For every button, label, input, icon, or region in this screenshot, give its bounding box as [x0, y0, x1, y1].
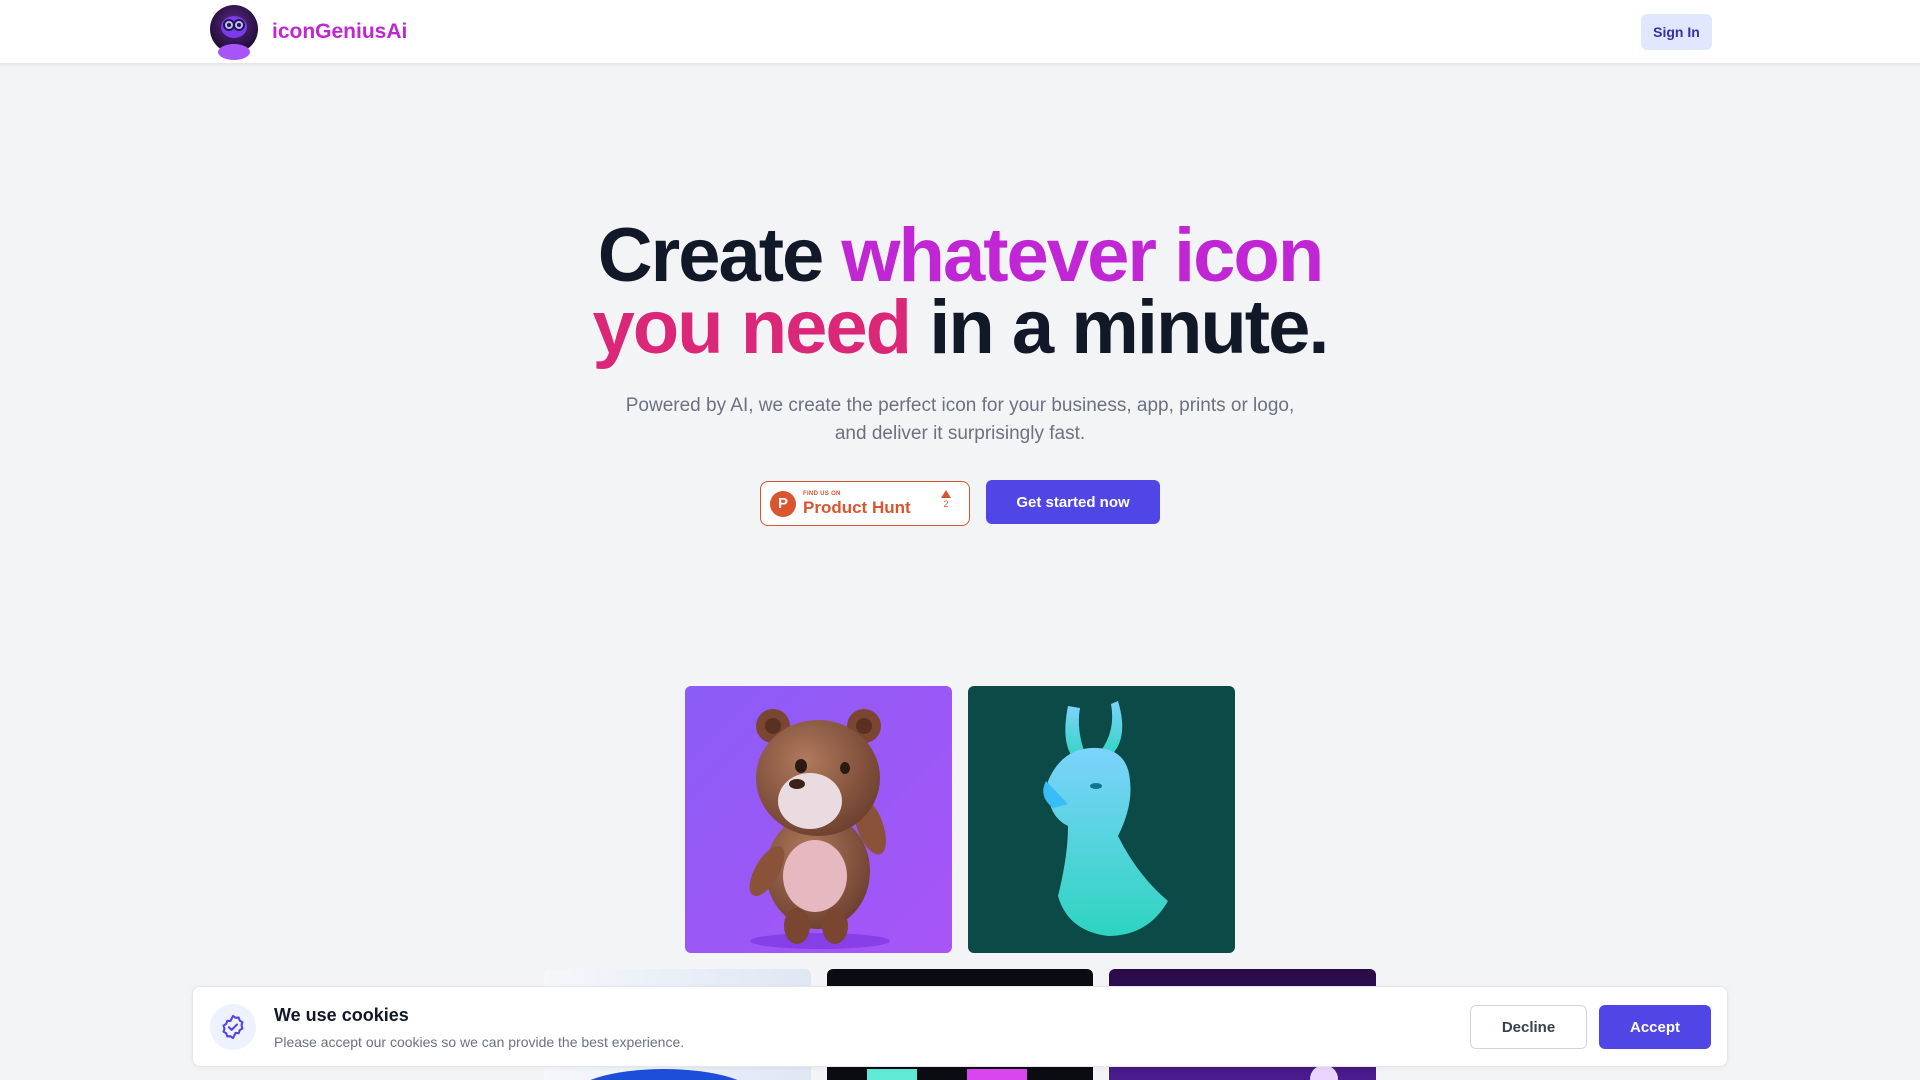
teddy-bear-icon	[685, 686, 952, 953]
producthunt-label: Product Hunt	[803, 498, 911, 517]
producthunt-vote-count: 2	[943, 499, 949, 509]
cookie-banner: We use cookies Please accept our cookies…	[192, 986, 1728, 1067]
cookie-description: Please accept our cookies so we can prov…	[274, 1034, 685, 1050]
sign-in-button[interactable]: Sign In	[1641, 14, 1712, 50]
brand-logo-link[interactable]: iconGeniusAi	[209, 4, 407, 60]
get-started-button[interactable]: Get started now	[986, 480, 1160, 524]
brand-name: iconGeniusAi	[272, 20, 408, 43]
hero-title-highlight2: you need	[592, 285, 912, 370]
hero-title-part4: in a minute.	[910, 285, 1329, 370]
upvote-triangle-icon	[941, 490, 951, 498]
top-navbar: iconGeniusAi Sign In	[0, 0, 1920, 64]
mascot-logo-icon	[209, 4, 259, 60]
decline-cookies-button[interactable]: Decline	[1470, 1005, 1587, 1049]
cookie-title: We use cookies	[274, 1005, 409, 1025]
producthunt-vote: 2	[941, 490, 951, 510]
producthunt-logo-icon: P	[770, 490, 796, 517]
llama-icon	[968, 686, 1235, 953]
hero-subtitle: Powered by AI, we create the perfect ico…	[625, 395, 1295, 444]
badge-check-icon	[210, 1004, 256, 1050]
accept-cookies-button[interactable]: Accept	[1599, 1005, 1711, 1049]
hero-title: Create whatever icon you need in a minut…	[0, 218, 1920, 366]
producthunt-small-label: FIND US ON	[803, 491, 841, 497]
producthunt-badge[interactable]: P FIND US ON Product Hunt 2	[760, 481, 970, 526]
